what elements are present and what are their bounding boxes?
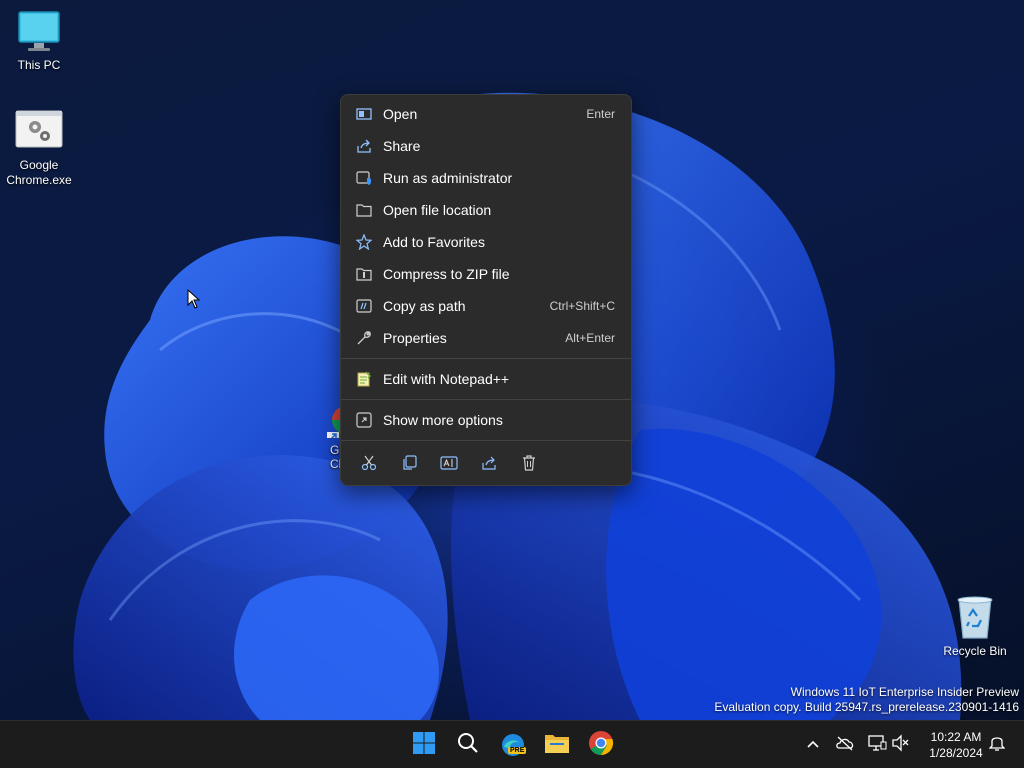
folder-icon	[355, 201, 373, 219]
menu-item-run-as-admin[interactable]: Run as administrator	[345, 162, 627, 194]
cut-icon	[361, 455, 377, 476]
rename-button[interactable]	[433, 449, 465, 481]
monitor-icon	[15, 10, 63, 54]
menu-item-shortcut: Ctrl+Shift+C	[549, 299, 615, 313]
menu-item-compress-zip[interactable]: Compress to ZIP file	[345, 258, 627, 290]
chrome-taskbar-button[interactable]	[583, 727, 619, 763]
menu-item-share[interactable]: Share	[345, 130, 627, 162]
chrome-icon	[588, 730, 614, 761]
watermark-line: Windows 11 IoT Enterprise Insider Previe…	[790, 685, 1019, 699]
start-button[interactable]	[406, 727, 442, 763]
onedrive-tray-button[interactable]	[834, 733, 856, 757]
menu-item-shortcut: Alt+Enter	[565, 331, 615, 345]
share-icon	[481, 455, 497, 476]
menu-item-label: Show more options	[383, 412, 503, 428]
search-button[interactable]	[450, 727, 486, 763]
menu-item-label: Share	[383, 138, 421, 154]
desktop-icon-this-pc[interactable]: This PC	[0, 10, 78, 73]
shield-icon	[355, 169, 373, 187]
menu-item-add-to-favorites[interactable]: Add to Favorites	[345, 226, 627, 258]
watermark-line: Evaluation copy. Build 25947.rs_prerelea…	[714, 700, 1019, 714]
edge-pre-badge: PRE	[508, 747, 527, 754]
share-icon	[355, 137, 373, 155]
exe-file-icon	[15, 110, 63, 154]
quick-actions-bar	[341, 445, 631, 485]
rename-icon	[440, 455, 458, 476]
delete-icon	[521, 454, 537, 476]
search-icon	[457, 732, 479, 759]
menu-item-label: Add to Favorites	[383, 234, 485, 250]
copy-icon	[401, 454, 417, 476]
menu-item-open[interactable]: Open Enter	[345, 98, 627, 130]
mouse-cursor	[187, 288, 201, 314]
show-hidden-icons-button[interactable]	[802, 733, 824, 757]
menu-item-edit-notepad[interactable]: Edit with Notepad++	[345, 363, 627, 395]
desktop-icon-recycle-bin[interactable]: Recycle Bin	[936, 596, 1014, 659]
volume-tray-button[interactable]	[890, 733, 912, 757]
desktop: This PC Google Chrome.exe G Cl Recycle B…	[0, 0, 1024, 720]
star-icon	[355, 233, 373, 251]
edge-taskbar-button[interactable]: PRE	[495, 727, 531, 763]
menu-separator	[341, 358, 631, 359]
network-icon	[867, 734, 887, 757]
clock-time: 10:22 AM	[930, 730, 982, 744]
context-menu: Open Enter Share Run as administrator Op…	[340, 94, 632, 486]
menu-item-label: Compress to ZIP file	[383, 266, 510, 282]
desktop-icon-label: Google Chrome.exe	[6, 158, 72, 187]
edge-pre-icon: PRE	[500, 732, 527, 758]
desktop-icon-chrome-exe[interactable]: Google Chrome.exe	[0, 110, 78, 188]
wrench-icon	[355, 329, 373, 347]
file-explorer-icon	[544, 732, 570, 759]
path-icon	[355, 297, 373, 315]
bell-icon	[988, 734, 1006, 757]
share-button[interactable]	[473, 449, 505, 481]
desktop-icon-label: This PC	[17, 58, 61, 72]
speaker-muted-icon	[891, 733, 911, 757]
menu-item-properties[interactable]: Properties Alt+Enter	[345, 322, 627, 354]
onedrive-offline-icon	[835, 735, 855, 756]
chevron-up-icon	[806, 736, 820, 754]
taskbar: PRE 10:22 AM 1/28/2024	[0, 720, 1024, 768]
menu-separator	[341, 440, 631, 441]
menu-item-label: Open	[383, 106, 418, 122]
cut-button[interactable]	[353, 449, 385, 481]
menu-item-label: Open file location	[383, 202, 492, 218]
network-tray-button[interactable]	[866, 733, 888, 757]
desktop-icon-label: Recycle Bin	[943, 644, 1007, 658]
recycle-bin-icon	[951, 596, 999, 640]
menu-item-shortcut: Enter	[586, 107, 615, 121]
menu-item-copy-as-path[interactable]: Copy as path Ctrl+Shift+C	[345, 290, 627, 322]
open-icon	[355, 105, 373, 123]
delete-button[interactable]	[513, 449, 545, 481]
system-clock[interactable]: 10:22 AM 1/28/2024	[916, 729, 996, 761]
notification-center-button[interactable]	[986, 733, 1008, 757]
menu-item-show-more-options[interactable]: Show more options	[345, 404, 627, 436]
menu-item-label: Run as administrator	[383, 170, 513, 186]
clock-date: 1/28/2024	[929, 746, 983, 760]
menu-item-label: Edit with Notepad++	[383, 371, 510, 387]
notepad-plus-icon	[355, 370, 373, 388]
copy-button[interactable]	[393, 449, 425, 481]
start-icon	[412, 731, 436, 760]
menu-item-open-file-location[interactable]: Open file location	[345, 194, 627, 226]
menu-separator	[341, 399, 631, 400]
zip-icon	[355, 265, 373, 283]
file-explorer-button[interactable]	[539, 727, 575, 763]
menu-item-label: Copy as path	[383, 298, 466, 314]
evaluation-watermark: Windows 11 IoT Enterprise Insider Previe…	[714, 685, 1019, 715]
more-options-icon	[355, 411, 373, 429]
menu-item-label: Properties	[383, 330, 447, 346]
